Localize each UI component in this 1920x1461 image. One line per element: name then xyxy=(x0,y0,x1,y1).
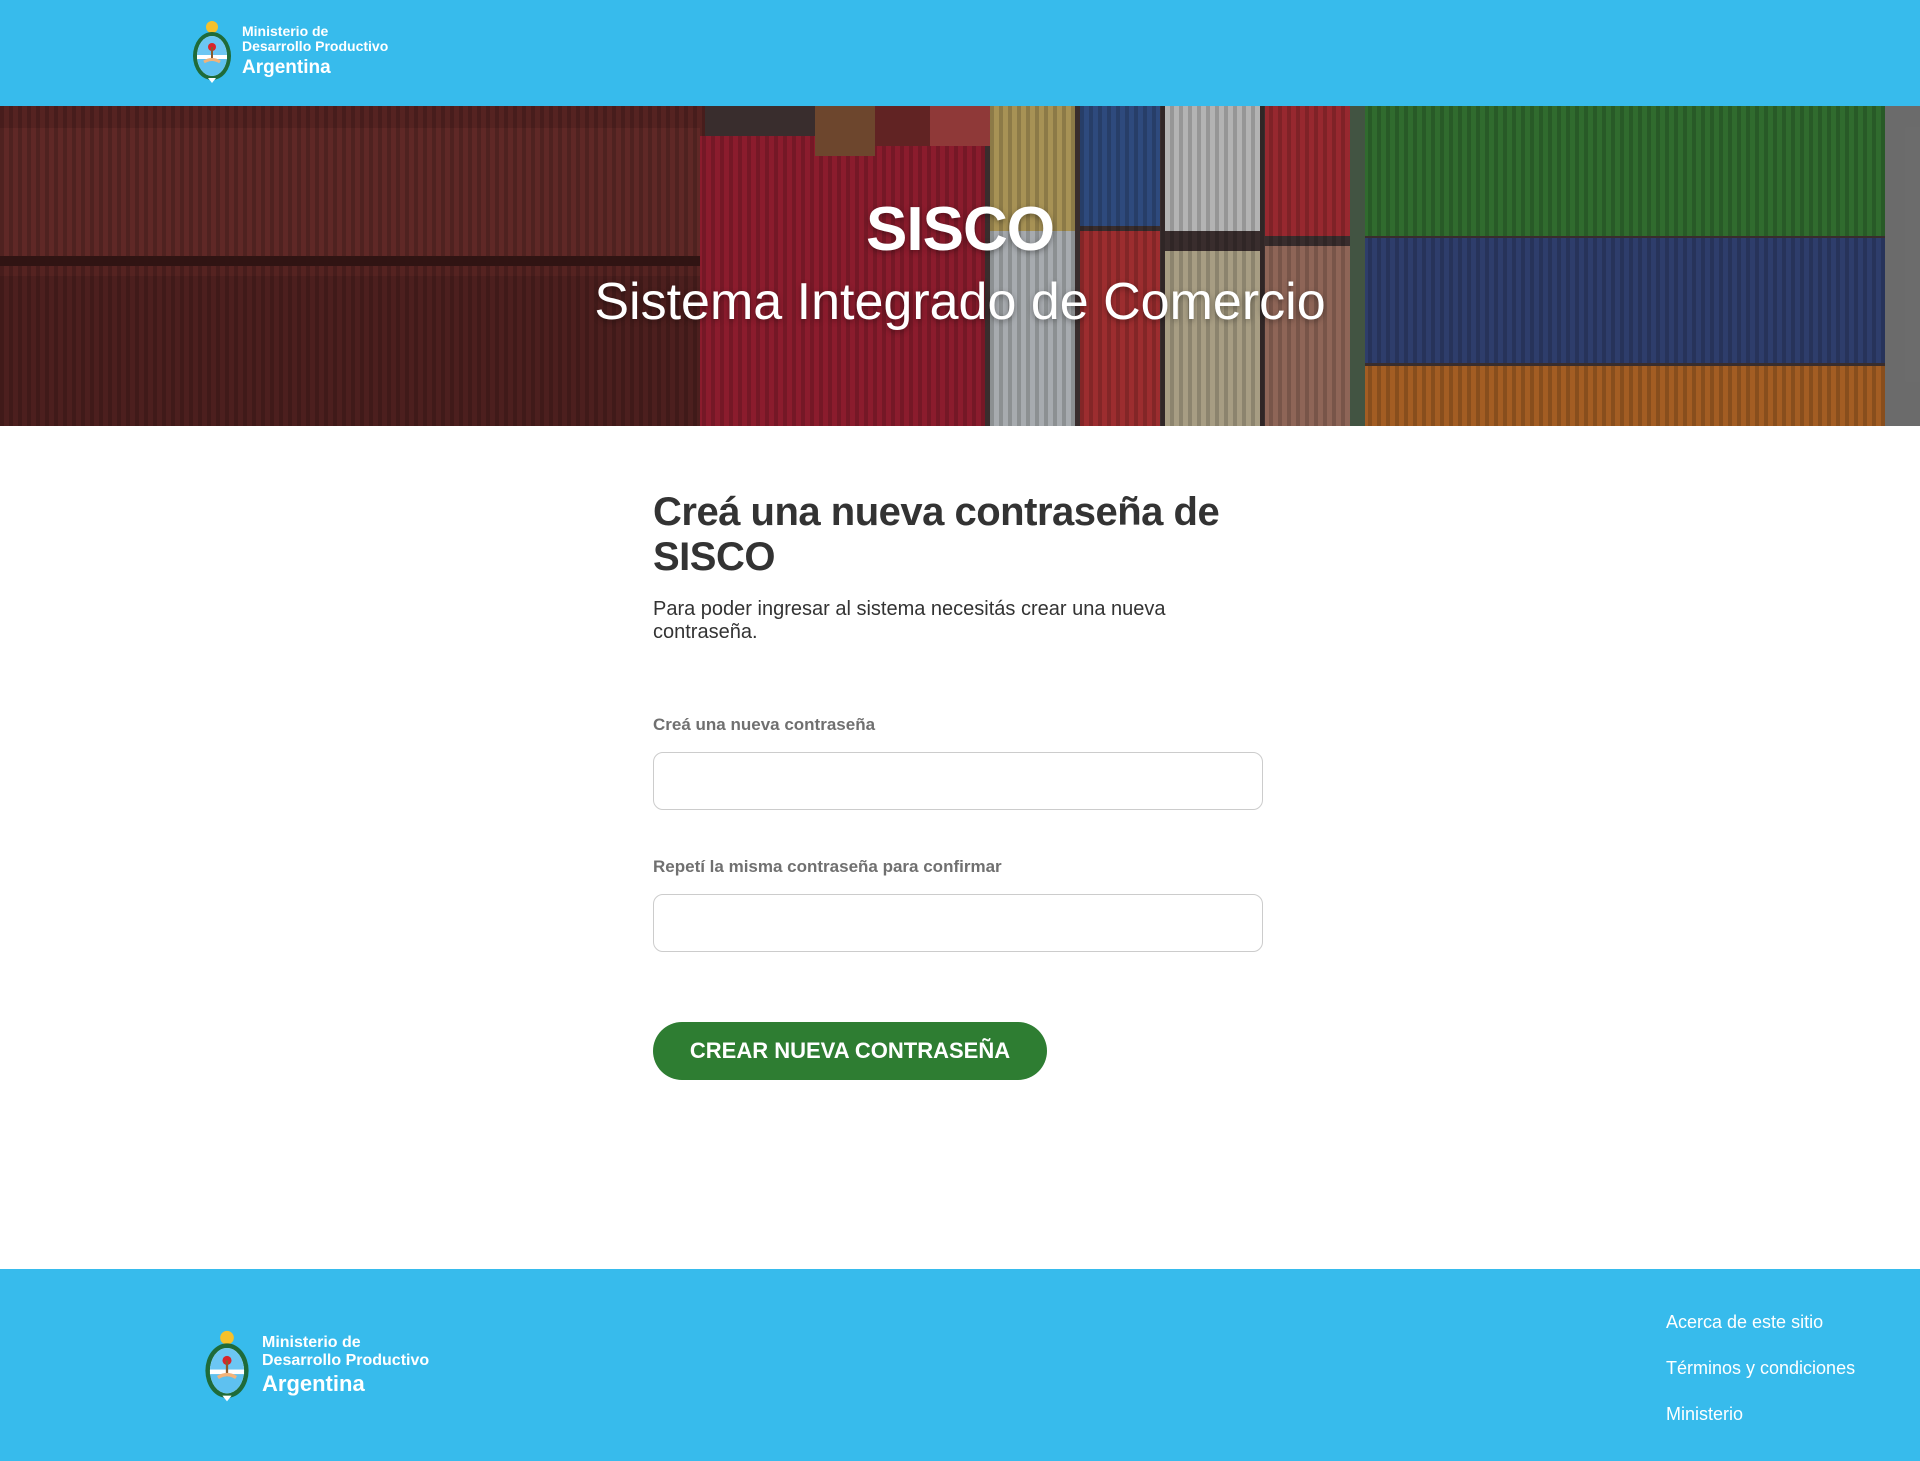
footer: Ministerio de Desarrollo Productivo Arge… xyxy=(0,1269,1920,1461)
confirm-password-input[interactable] xyxy=(653,894,1263,952)
logo-line-3: Argentina xyxy=(242,57,331,79)
hero-title: SISCO xyxy=(866,195,1055,264)
footer-ministry-logo[interactable]: Ministerio de Desarrollo Productivo Arge… xyxy=(202,1327,429,1403)
footer-links: Acerca de este sitio Términos y condicio… xyxy=(1666,1310,1855,1426)
footer-logo-line-1: Ministerio de xyxy=(262,1333,361,1351)
ministry-logo[interactable]: Ministerio de Desarrollo Productivo Arge… xyxy=(190,18,388,84)
page-title: Creá una nueva contraseña de SISCO xyxy=(653,490,1220,579)
create-password-button[interactable]: CREAR NUEVA CONTRASEÑA xyxy=(653,1022,1047,1080)
hero-subtitle: Sistema Integrado de Comercio xyxy=(594,273,1326,331)
footer-logo-line-3: Argentina xyxy=(262,1370,365,1396)
new-password-label: Creá una nueva contraseña xyxy=(653,715,876,734)
logo-line-1: Ministerio de xyxy=(242,22,329,39)
footer-link-about[interactable]: Acerca de este sitio xyxy=(1666,1310,1855,1334)
form-description: Para poder ingresar al sistema necesitás… xyxy=(653,598,1166,643)
confirm-password-label: Repetí la misma contraseña para confirma… xyxy=(653,857,1002,876)
new-password-form: Creá una nueva contraseña Repetí la mism… xyxy=(653,715,1273,1080)
logo-line-2: Desarrollo Productivo xyxy=(242,38,389,55)
coat-of-arms-icon xyxy=(193,21,231,83)
footer-link-terms[interactable]: Términos y condiciones xyxy=(1666,1356,1855,1380)
coat-of-arms-icon xyxy=(205,1330,249,1402)
hero-shade xyxy=(0,106,1920,426)
footer-link-ministry[interactable]: Ministerio xyxy=(1666,1402,1855,1426)
hero-banner: SISCO Sistema Integrado de Comercio xyxy=(0,106,1920,426)
top-header: Ministerio de Desarrollo Productivo Arge… xyxy=(0,0,1920,106)
password-form-section: Creá una nueva contraseña de SISCO Para … xyxy=(653,490,1273,1080)
footer-logo-line-2: Desarrollo Productivo xyxy=(262,1351,430,1369)
new-password-input[interactable] xyxy=(653,752,1263,810)
